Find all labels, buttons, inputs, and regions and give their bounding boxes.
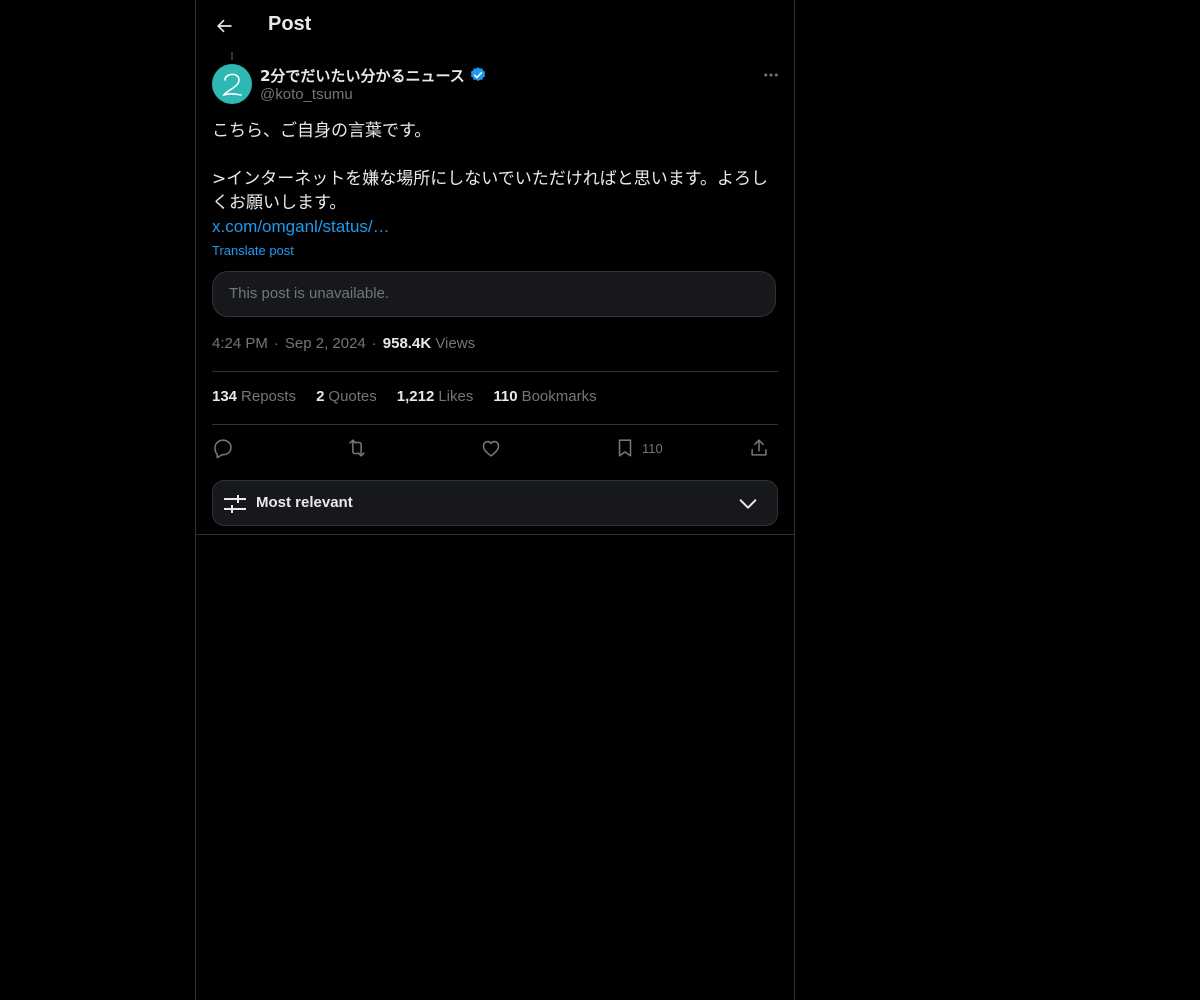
- reposts-count: 134: [212, 388, 238, 405]
- post-link[interactable]: x.com/omganl/status/…: [212, 215, 390, 239]
- post-metadata: 4:24 PM · Sep 2, 2024 · 958.4K Views: [212, 335, 475, 352]
- share-button[interactable]: [748, 436, 770, 460]
- views-stat[interactable]: 958.4K Views: [383, 335, 475, 352]
- author-name-row: 2分でだいたい分かるニュース: [260, 64, 487, 86]
- views-count: 958.4K: [382, 335, 432, 352]
- page-header: Post: [196, 0, 794, 53]
- post-date[interactable]: Sep 2, 2024: [285, 335, 366, 352]
- repost-button[interactable]: [346, 436, 368, 460]
- likes-label: Likes: [438, 388, 474, 405]
- back-button[interactable]: [212, 14, 236, 38]
- avatar[interactable]: [212, 64, 252, 104]
- like-button[interactable]: [480, 436, 502, 460]
- quotes-label: Quotes: [328, 388, 377, 405]
- post-time[interactable]: 4:24 PM: [212, 335, 268, 352]
- sliders-icon: [224, 495, 246, 513]
- reply-icon: [214, 439, 232, 459]
- sort-label: Most relevant: [256, 494, 353, 511]
- primary-column: Post 2分でだいたい分かるニュース @koto_tsumu こちら、ご自身の…: [195, 0, 795, 1000]
- divider: [212, 424, 778, 425]
- more-horizontal-icon: [764, 73, 778, 77]
- author-handle[interactable]: @koto_tsumu: [260, 86, 353, 103]
- views-label: Views: [435, 335, 476, 352]
- verified-badge-icon: [470, 67, 485, 82]
- meta-separator: ·: [273, 335, 279, 352]
- reply-button[interactable]: [212, 436, 234, 460]
- meta-separator: ·: [371, 335, 377, 352]
- bookmark-button[interactable]: 110: [614, 436, 663, 460]
- bookmark-icon: [618, 439, 632, 457]
- heart-icon: [482, 440, 500, 457]
- more-options-button[interactable]: [760, 64, 782, 86]
- likes-stat[interactable]: 1,212 Likes: [397, 388, 474, 405]
- engagement-stats: 134 Reposts 2 Quotes 1,212 Likes 110 Bookmar…: [212, 388, 597, 405]
- translate-post-link[interactable]: Translate post: [212, 243, 294, 258]
- quotes-count: 2: [316, 388, 325, 405]
- post-text: こちら、ご自身の言葉です。 >インターネットを嫌な場所にしないでいただければと思…: [212, 121, 769, 213]
- page-title: Post: [268, 13, 312, 35]
- divider: [212, 371, 778, 372]
- reposts-label: Reposts: [241, 388, 297, 405]
- quotes-stat[interactable]: 2 Quotes: [316, 388, 377, 405]
- bookmarks-stat[interactable]: 110 Bookmarks: [493, 388, 596, 405]
- section-divider: [196, 534, 794, 535]
- repost-icon: [349, 439, 365, 457]
- share-icon: [751, 439, 767, 456]
- arrow-left-icon: [217, 19, 232, 33]
- avatar-logo-icon: [222, 73, 242, 97]
- bookmarks-label: Bookmarks: [521, 388, 597, 405]
- chevron-down-icon: [739, 499, 757, 509]
- thread-connector: [231, 52, 233, 60]
- bookmarks-count: 110: [493, 388, 518, 405]
- action-bar: 110: [212, 436, 778, 462]
- reposts-stat[interactable]: 134 Reposts: [212, 388, 296, 405]
- bookmark-count: 110: [642, 440, 663, 456]
- likes-count: 1,212: [396, 388, 435, 405]
- author-display-name[interactable]: 2分でだいたい分かるニュース: [260, 65, 465, 86]
- quoted-post-unavailable: This post is unavailable.: [212, 271, 776, 317]
- reply-sort-dropdown[interactable]: Most relevant: [212, 480, 778, 526]
- quote-unavailable-text: This post is unavailable.: [229, 285, 390, 302]
